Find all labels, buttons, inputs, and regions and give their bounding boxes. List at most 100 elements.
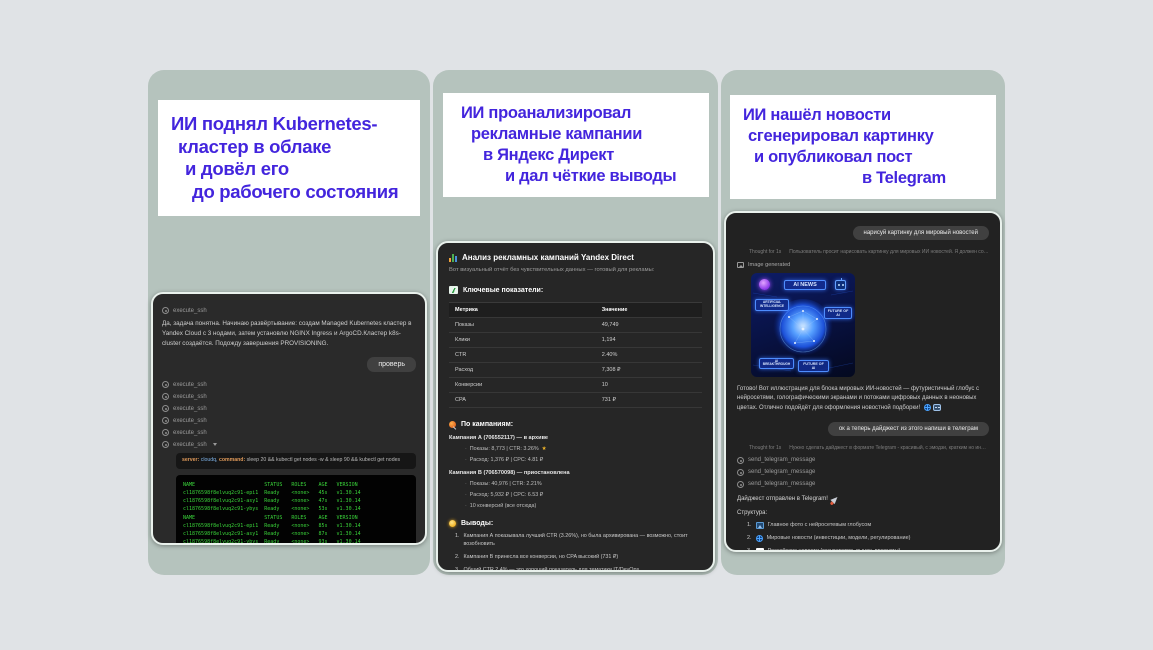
chat-screenshot: нарисуй картинку для мировый новостей Th… (724, 211, 1002, 552)
headline-line: рекламные кампании (471, 125, 643, 144)
headline-line: ИИ нашёл новости (743, 106, 891, 124)
kpi-header-value: Значение (601, 307, 628, 313)
item-number: 2. (455, 554, 460, 561)
tool-call-send-telegram-message[interactable]: send_telegram_message (737, 468, 989, 476)
tool-call-label: send_telegram_message (748, 457, 816, 464)
image-panel-future-of-ai-bottom: FUTURE OF AI (798, 359, 829, 372)
kpi-header-metric: Метрика (455, 307, 478, 313)
chevron-down-icon (212, 443, 217, 447)
headline-kubernetes: ИИ поднял Kubernetes- кластер в облаке и… (158, 100, 420, 217)
console-line: cl1876598f8elvuq2c91-ybys Ready <none> 9… (183, 539, 361, 545)
kpi-metric: Расход (455, 367, 474, 373)
star-icon: ★ (541, 446, 547, 452)
thought-label: Thought for 1s (749, 249, 782, 255)
server-key: server: (182, 457, 200, 464)
image-panel-artificial-intelligence: ARTIFICIAL INTELLIGENCE (755, 299, 789, 311)
structure-item: 3. Российские новости (государство, рыно… (737, 547, 989, 550)
tool-call-label: execute_ssh (173, 381, 207, 388)
tool-call-execute-ssh[interactable]: execute_ssh (162, 429, 416, 437)
tool-call-execute-ssh[interactable]: execute_ssh (162, 381, 416, 389)
campaign-a-bullet: Показы: 8,773 | CTR: 3.26% ★ (465, 446, 702, 452)
tool-call-send-telegram-message[interactable]: send_telegram_message (737, 480, 989, 488)
campaign-a-name: Кампания А (706552117) — в архиве (449, 435, 549, 441)
conclusion-item: 2. Кампания B принесла все конверсии, но… (449, 553, 702, 561)
table-row: CTR 2.40% (449, 348, 702, 363)
headline-line: и опубликовал пост (754, 148, 913, 167)
item-text: Общий CTR 2.4% — это хороший показатель … (463, 567, 640, 572)
conclusion-item: 3. Общий CTR 2.4% — это хороший показате… (449, 566, 702, 572)
terminal-screenshot: execute_ssh Да, задача понятна. Начинаю … (151, 292, 427, 545)
thought-label: Thought for 1s (749, 444, 782, 451)
table-row: Расход 7,308 ₽ (449, 363, 702, 378)
table-row: Показы 49,749 (449, 318, 702, 333)
thought-row[interactable]: Thought for 1s Пользователь просит нарис… (737, 249, 989, 255)
console-line: NAME STATUS ROLES AGE VERSION (183, 514, 358, 521)
tool-status-icon (162, 429, 169, 437)
tool-call-label: execute_ssh (173, 441, 207, 448)
headline-line: ИИ проанализировал (461, 104, 632, 122)
headline-line: кластер в облаке (178, 135, 332, 157)
headline-line: и дал чёткие выводы (505, 167, 677, 186)
item-text: Кампания B принесла все конверсии, но CP… (463, 554, 619, 561)
thought-row[interactable]: Thought for 1s Нужно сделать дайджест в … (737, 445, 989, 451)
image-generated-row: Image generated (737, 262, 989, 268)
robot-icon (932, 403, 941, 411)
tool-status-icon (162, 393, 169, 401)
generated-ai-image[interactable]: AI NEWS ARTIFICIAL INTELLIGENCE FUTURE O… (751, 273, 855, 377)
globe-icon (755, 534, 763, 542)
tool-call-label: send_telegram_message (748, 481, 816, 488)
globe-icon (923, 403, 931, 411)
kpi-value: 7,308 ₽ (601, 367, 621, 373)
framed-picture-icon (755, 521, 764, 529)
tool-call-label: send_telegram_message (748, 469, 816, 476)
tool-call-send-telegram-message[interactable]: send_telegram_message (737, 456, 989, 464)
assistant-message: Да, задача понятна. Начинаю развёртывани… (162, 320, 412, 347)
tool-status-icon (737, 468, 744, 476)
tool-call-execute-ssh-expanded[interactable]: execute_ssh (162, 441, 416, 449)
tool-call-execute-ssh[interactable]: execute_ssh (162, 393, 416, 401)
kpi-value: 2.40% (601, 352, 618, 358)
card-yandex-direct: ИИ проанализировал рекламные кампании в … (433, 70, 718, 575)
item-text: Кампания А показывала лучший CTR (3.26%)… (463, 533, 688, 548)
thought-text: Пользователь просит нарисовать картинку … (789, 249, 989, 255)
kpi-value: 49,749 (601, 322, 619, 328)
item-text: Мировые новости (инвестиции, модели, рег… (766, 535, 911, 542)
tool-call-label: execute_ssh (173, 417, 207, 424)
console-line: cl1876598f8elvuq2c91-epi1 Ready <none> 8… (183, 522, 361, 529)
headline-line: в Яндекс Директ (483, 146, 614, 165)
user-message-bubble: проверь (367, 357, 416, 373)
image-panel-future-of-ai: FUTURE OF AI (824, 307, 852, 320)
tool-status-icon (162, 441, 169, 449)
image-panel-ai-news: AI NEWS (784, 280, 826, 291)
table-row: Конверсии 10 (449, 378, 702, 393)
kpi-value: 731 ₽ (601, 397, 616, 403)
kpi-metric: Конверсии (455, 382, 483, 388)
bullet-text: Показы: 8,773 | CTR: 3.26% (469, 446, 539, 452)
tool-call-execute-ssh[interactable]: execute_ssh (162, 307, 416, 314)
ssh-command-bar: server: cloudq, command: sleep 20 && kub… (176, 453, 416, 469)
tool-call-execute-ssh[interactable]: execute_ssh (162, 405, 416, 413)
structure-item: 1. Главное фото с нейросетевым глобусом (737, 521, 989, 529)
conclusions-heading: Выводы: (461, 520, 494, 527)
card-telegram: ИИ нашёл новости сгенерировал картинку и… (721, 70, 1005, 575)
tool-status-icon (162, 405, 169, 413)
structure-item: 2. Мировые новости (инвестиции, модели, … (737, 534, 989, 542)
rocket-icon (830, 494, 840, 505)
headline-line: в Telegram (862, 169, 946, 188)
ru-flag-icon (755, 547, 764, 550)
kpi-table-header: Метрика Значение (449, 303, 702, 318)
console-line: cl1876598f8elvuq2c91-asy1 Ready <none> 8… (183, 531, 361, 538)
thought-text: Нужно сделать дайджест в формате Telegra… (789, 444, 989, 451)
user-message-bubble: ок а теперь дайджест из этого напиши в т… (827, 421, 989, 436)
assistant-message: Готово! Вот иллюстрация для блока мировы… (737, 385, 989, 413)
bullet-text: 10 конверсий (все отсюда) (469, 503, 537, 509)
kpi-metric: Показы (455, 322, 475, 328)
report-title: Анализ рекламных кампаний Yandex Direct (462, 253, 634, 262)
headline-line: сгенерировал картинку (748, 127, 934, 146)
item-number: 1. (455, 533, 460, 539)
item-number: 1. (747, 522, 752, 529)
tool-status-icon (737, 480, 744, 488)
tool-call-label: execute_ssh (173, 393, 207, 400)
tool-call-execute-ssh[interactable]: execute_ssh (162, 417, 416, 425)
robot-icon (835, 278, 846, 290)
